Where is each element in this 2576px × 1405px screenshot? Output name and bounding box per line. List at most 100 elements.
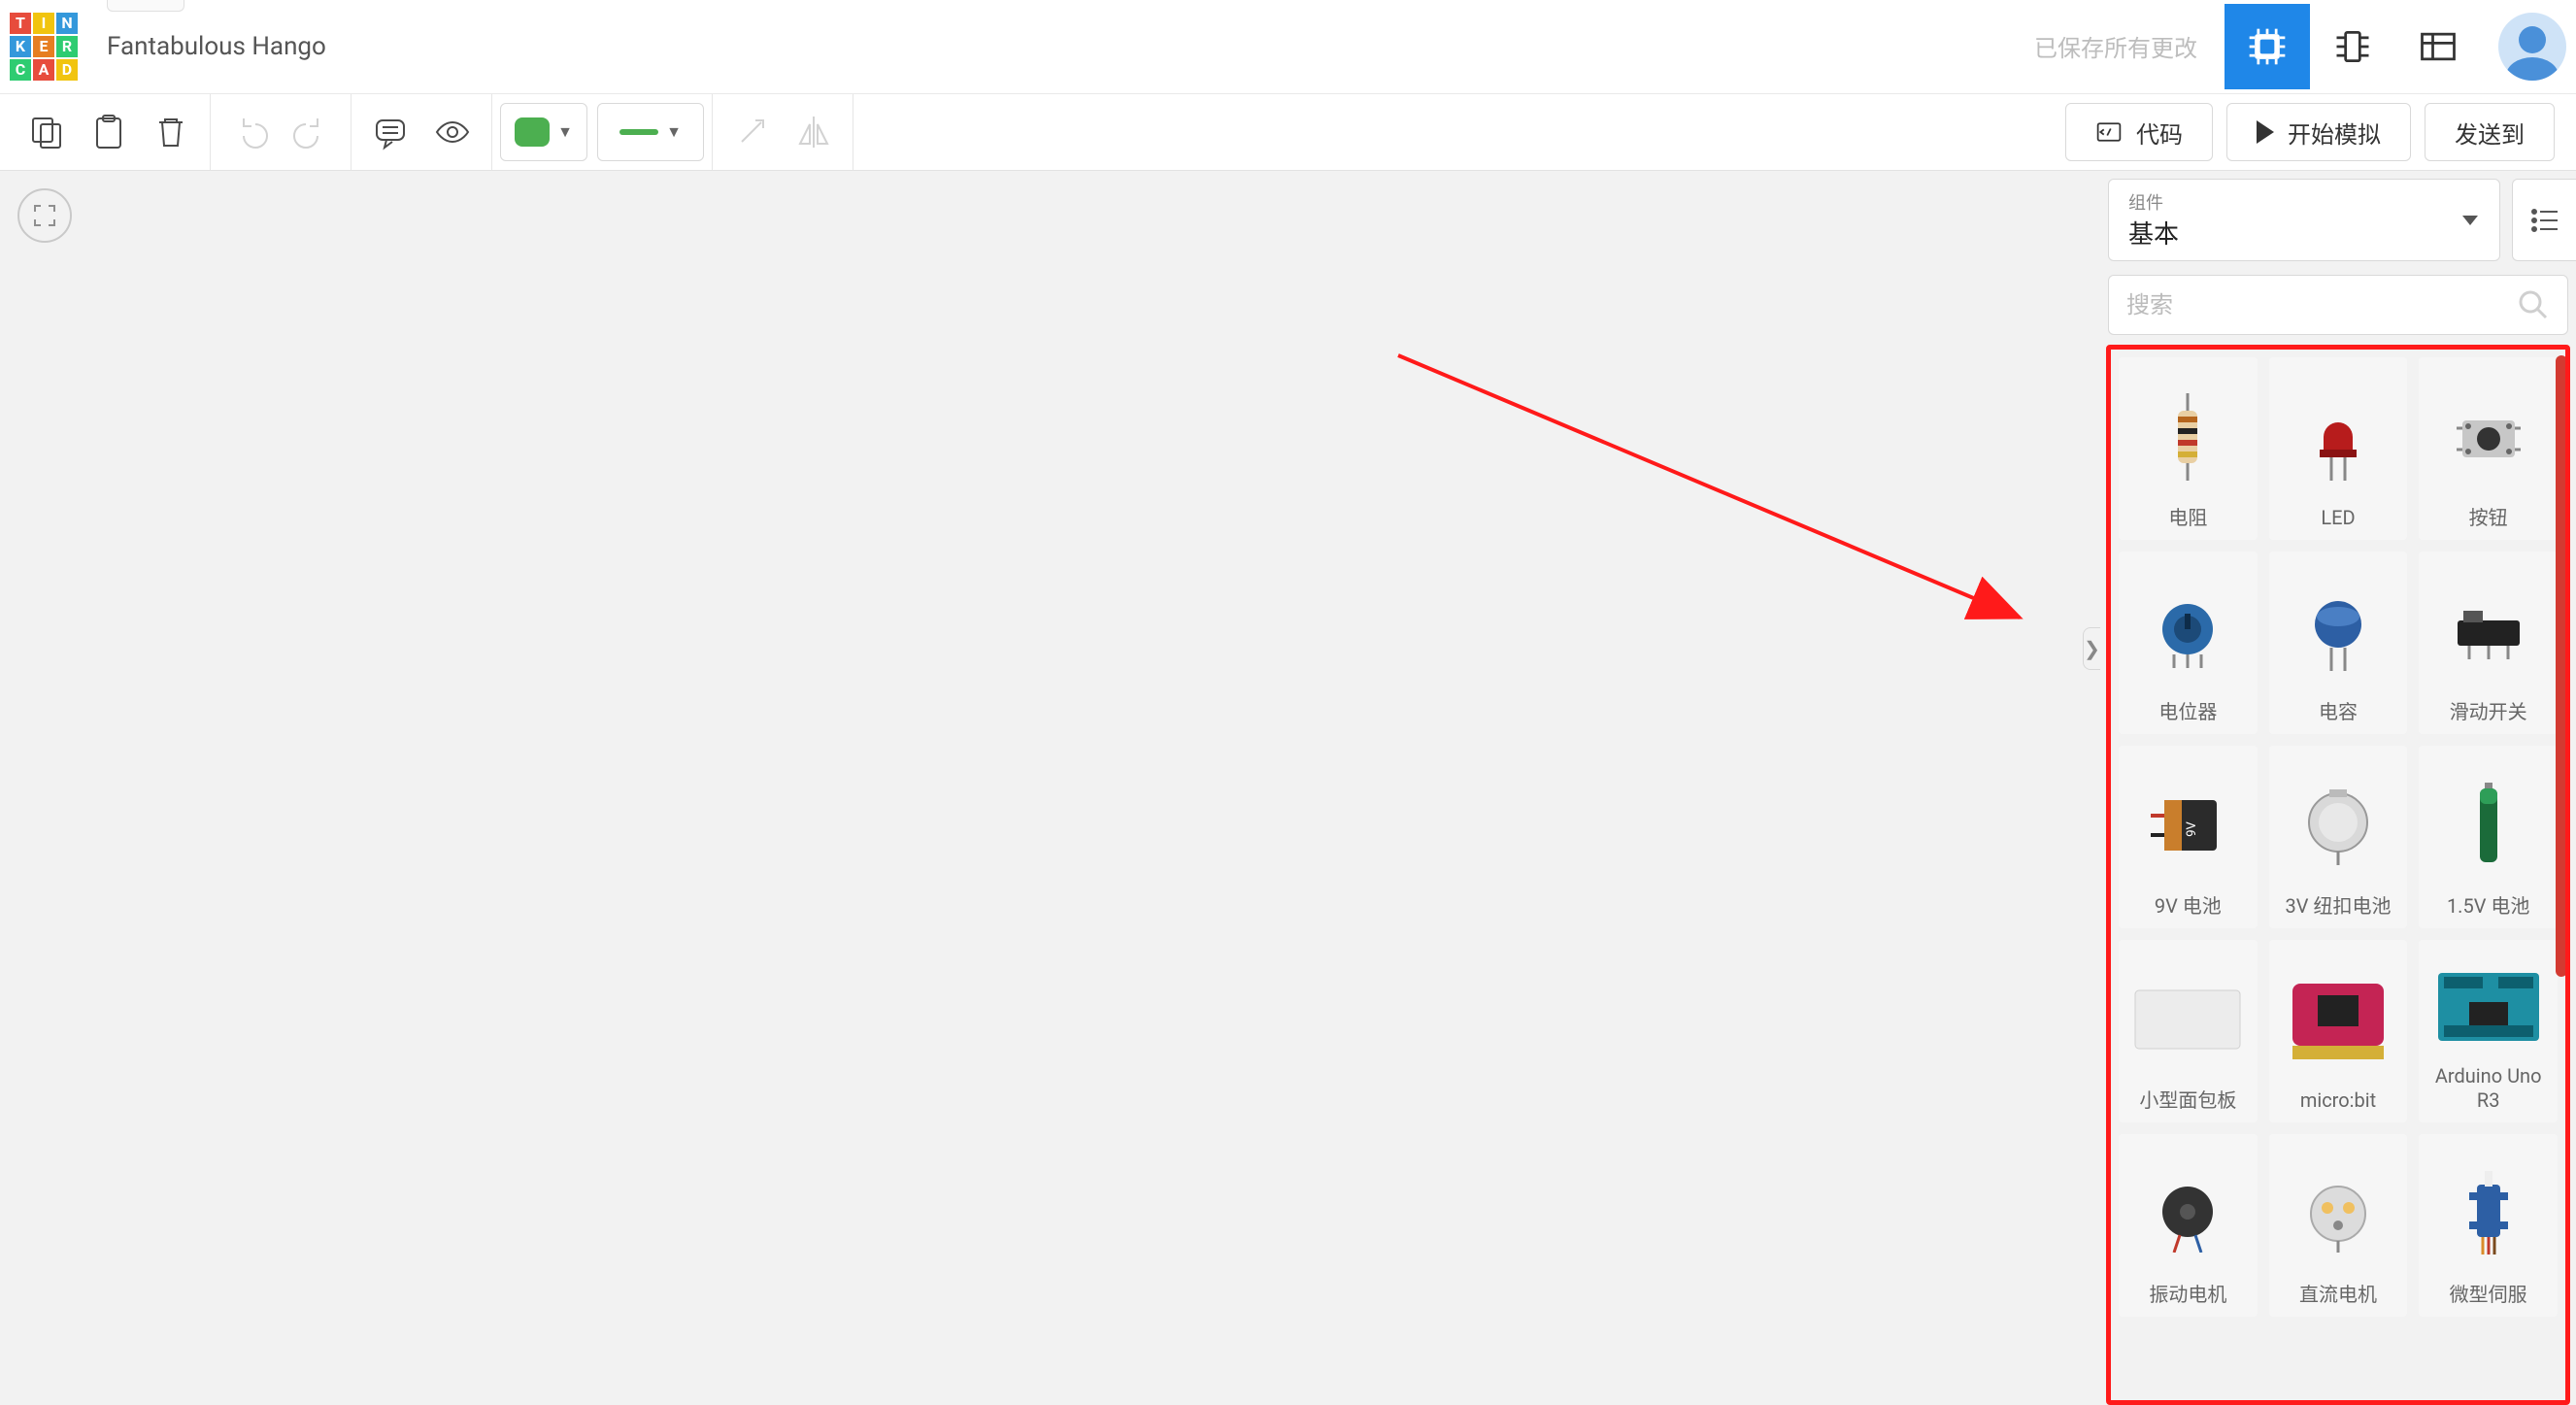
component-micro-servo[interactable]: 微型伺服 (2419, 1134, 2558, 1317)
eye-icon (433, 113, 472, 151)
potentiometer-icon (2124, 561, 2252, 700)
send-to-button[interactable]: 发送到 (2425, 103, 2555, 161)
component-breadboard[interactable]: 小型面包板 (2119, 940, 2258, 1122)
component-label: LED (2321, 506, 2355, 530)
mirror-button[interactable] (783, 103, 845, 161)
components-list: 电阻 LED 按钮电位器电容 滑动开关 9V 9V 电池 3V 纽扣电池1.5V 电池小型面… (2106, 345, 2570, 1405)
view-3d-button[interactable] (2225, 4, 2310, 89)
project-title[interactable]: Fantabulous Hango (107, 32, 326, 61)
svg-text:9V: 9V (2185, 820, 2199, 836)
chip-icon (2246, 25, 2289, 68)
dc-motor-icon (2275, 1144, 2402, 1283)
ic-icon (2331, 25, 2374, 68)
user-avatar[interactable] (2498, 13, 2566, 81)
component-potentiometer[interactable]: 电位器 (2119, 552, 2258, 734)
wire-color-select[interactable]: ▼ (500, 103, 587, 161)
list-icon (2528, 204, 2561, 237)
rotate-button[interactable] (720, 103, 783, 161)
redo-icon (292, 113, 331, 151)
view-schematic-button[interactable] (2310, 4, 2395, 89)
category-value: 基本 (2128, 215, 2480, 251)
component-dc-motor[interactable]: 直流电机 (2269, 1134, 2408, 1317)
paste-button[interactable] (78, 103, 140, 161)
start-simulation-button[interactable]: 开始模拟 (2226, 103, 2411, 161)
fullscreen-icon (32, 203, 57, 228)
led-icon (2275, 367, 2402, 506)
search-input[interactable] (2126, 291, 2517, 318)
visibility-button[interactable] (421, 103, 484, 161)
component-label: 振动电机 (2149, 1283, 2226, 1307)
component-search[interactable] (2108, 275, 2568, 335)
simulate-label: 开始模拟 (2288, 116, 2381, 150)
window-tab (107, 0, 184, 12)
component-label: Arduino Uno R3 (2425, 1064, 2552, 1113)
component-resistor[interactable]: 电阻 (2119, 357, 2258, 540)
component-slide-switch[interactable]: 滑动开关 (2419, 552, 2558, 734)
wire-style-select[interactable]: ▼ (597, 103, 704, 161)
category-label: 组件 (2128, 189, 2480, 215)
component-vibration-motor[interactable]: 振动电机 (2119, 1134, 2258, 1317)
component-category-select[interactable]: 组件 基本 (2108, 179, 2500, 261)
component-label: 9V 电池 (2155, 894, 2222, 919)
redo-button[interactable] (281, 103, 343, 161)
microbit-icon (2275, 950, 2402, 1088)
zoom-fit-button[interactable] (17, 188, 72, 243)
component-label: 小型面包板 (2139, 1088, 2236, 1113)
component-label: 电容 (2319, 700, 2358, 724)
component-label: micro:bit (2300, 1088, 2376, 1113)
tinkercad-logo[interactable]: TIN KER CAD (10, 13, 78, 81)
micro-servo-icon (2425, 1144, 2552, 1283)
panel-view-toggle[interactable] (2512, 179, 2576, 261)
panel-collapse-handle[interactable]: ❯ (2083, 627, 2100, 670)
undo-button[interactable] (218, 103, 281, 161)
mirror-icon (794, 113, 833, 151)
toolbar: ▼ ▼ 代码 开始模拟 发送到 (0, 93, 2576, 171)
app-header: TIN KER CAD Fantabulous Hango 已保存所有更改 (0, 0, 2576, 93)
color-swatch-icon (515, 117, 550, 147)
trash-icon (151, 113, 190, 151)
component-microbit[interactable]: micro:bit (2269, 940, 2408, 1122)
code-label: 代码 (2136, 116, 2183, 150)
component-9v-battery[interactable]: 9V 9V 电池 (2119, 746, 2258, 928)
annotate-button[interactable] (359, 103, 421, 161)
component-aa-battery[interactable]: 1.5V 电池 (2419, 746, 2558, 928)
annotation-arrow (1379, 336, 2058, 647)
play-icon (2257, 120, 2274, 144)
pushbutton-icon (2425, 367, 2552, 506)
component-label: 按钮 (2469, 506, 2508, 530)
view-list-button[interactable] (2395, 4, 2481, 89)
bom-icon (2417, 25, 2459, 68)
chevron-down-icon: ▼ (666, 122, 682, 142)
scrollbar[interactable] (2556, 355, 2567, 977)
vibration-motor-icon (2124, 1144, 2252, 1283)
note-icon (371, 113, 410, 151)
code-icon (2095, 118, 2123, 146)
paste-icon (89, 113, 128, 151)
breadboard-icon (2124, 950, 2252, 1088)
chevron-down-icon (2462, 216, 2478, 225)
component-label: 微型伺服 (2450, 1283, 2527, 1307)
component-led[interactable]: LED (2269, 357, 2408, 540)
component-arduino[interactable]: Arduino Uno R3 (2419, 940, 2558, 1122)
aa-battery-icon (2425, 755, 2552, 894)
resistor-icon (2124, 367, 2252, 506)
component-label: 滑动开关 (2450, 700, 2527, 724)
slide-switch-icon (2425, 561, 2552, 700)
coin-cell-icon (2275, 755, 2402, 894)
component-label: 直流电机 (2299, 1283, 2377, 1307)
delete-button[interactable] (140, 103, 202, 161)
rotate-icon (732, 113, 771, 151)
component-coin-cell[interactable]: 3V 纽扣电池 (2269, 746, 2408, 928)
copy-button[interactable] (16, 103, 78, 161)
undo-icon (230, 113, 269, 151)
wire-style-icon (619, 129, 658, 135)
capacitor-icon (2275, 561, 2402, 700)
chevron-down-icon: ▼ (557, 122, 573, 142)
save-status: 已保存所有更改 (2034, 29, 2197, 63)
canvas[interactable]: ❯ 组件 基本 电阻LED按钮电位器电容滑动开 (0, 171, 2576, 1405)
component-capacitor[interactable]: 电容 (2269, 552, 2408, 734)
arduino-icon (2425, 950, 2552, 1064)
component-pushbutton[interactable]: 按钮 (2419, 357, 2558, 540)
code-button[interactable]: 代码 (2065, 103, 2213, 161)
9v-battery-icon: 9V (2124, 755, 2252, 894)
